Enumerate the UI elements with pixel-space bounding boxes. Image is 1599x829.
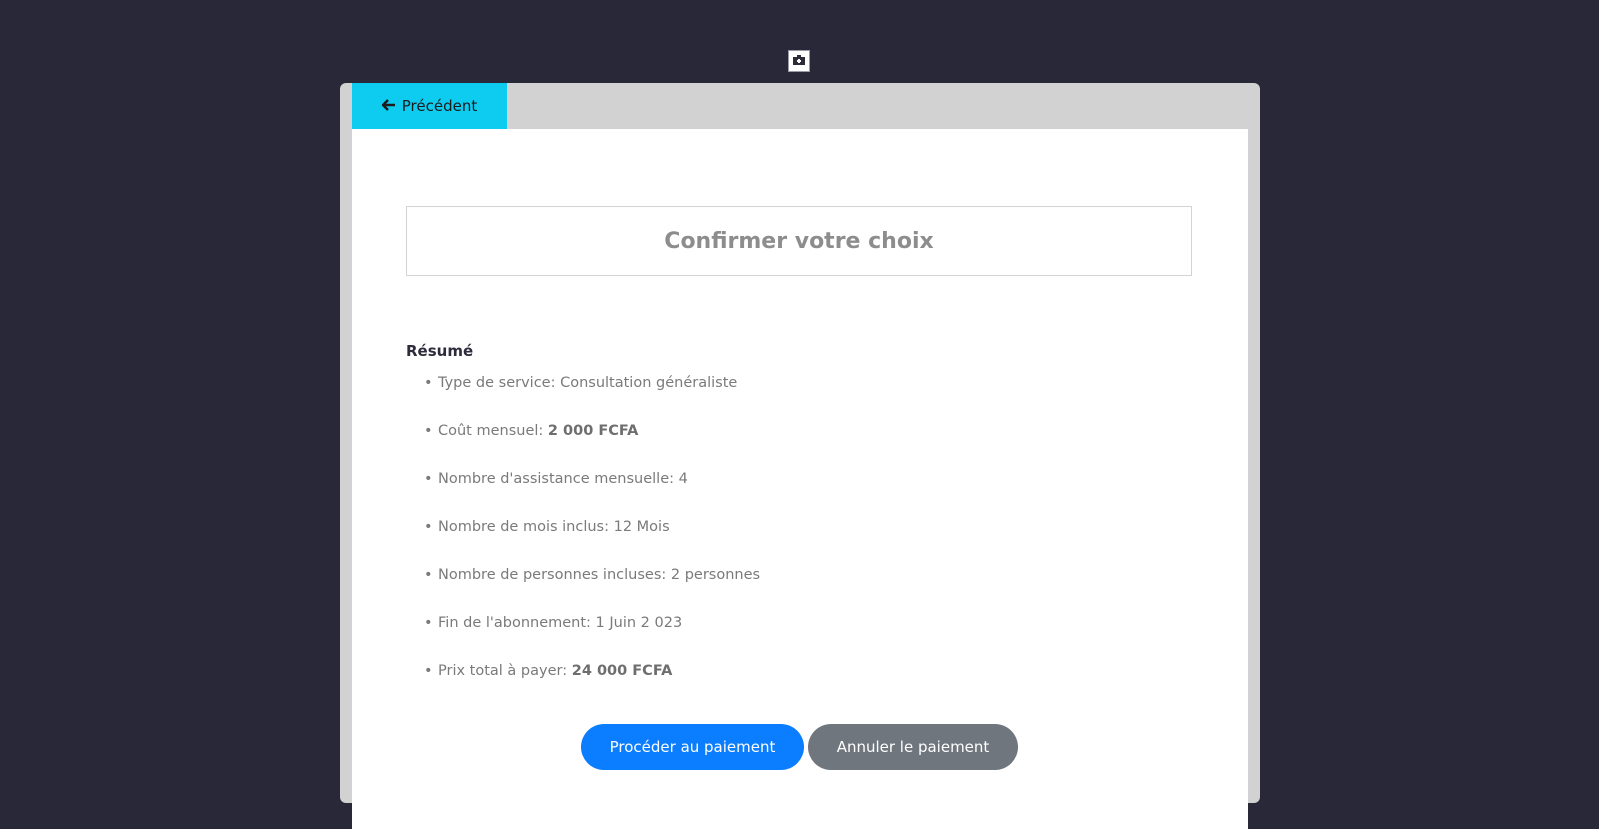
clinic-logo-icon xyxy=(788,50,810,72)
list-item: • Prix total à payer: 24 000 FCFA xyxy=(406,661,760,709)
item-value: 2 personnes xyxy=(670,567,761,583)
list-item: • Nombre de personnes incluses: 2 personn… xyxy=(406,565,760,613)
item-label: Type de service: xyxy=(438,375,561,391)
item-value: 1 Juin 2 023 xyxy=(595,615,683,631)
back-button-label: Précédent xyxy=(401,97,478,115)
proceed-payment-button[interactable]: Procéder au paiement xyxy=(581,724,804,770)
bullet-icon: • xyxy=(424,423,433,439)
summary-heading: Résumé xyxy=(406,342,474,360)
bullet-icon: • xyxy=(424,471,433,487)
item-value: 12 Mois xyxy=(613,519,670,535)
cancel-payment-button[interactable]: Annuler le paiement xyxy=(808,724,1018,770)
item-value: 4 xyxy=(678,471,688,487)
item-label: Fin de l'abonnement: xyxy=(438,615,596,631)
bullet-icon: • xyxy=(424,519,433,535)
summary-list: • Type de service: Consultation généralis… xyxy=(406,373,760,709)
item-label: Nombre de personnes incluses: xyxy=(438,567,671,583)
item-label: Nombre de mois inclus: xyxy=(438,519,614,535)
item-value: Consultation généraliste xyxy=(560,375,738,391)
item-value: 24 000 FCFA xyxy=(571,663,673,679)
item-label: Nombre d'assistance mensuelle: xyxy=(438,471,679,487)
bullet-icon: • xyxy=(424,375,433,391)
action-buttons: Procéder au paiement Annuler le paiement xyxy=(581,724,1018,770)
list-item: • Nombre d'assistance mensuelle: 4 xyxy=(406,469,760,517)
page-title: Confirmer votre choix xyxy=(664,228,934,254)
list-item: • Type de service: Consultation généralis… xyxy=(406,373,760,421)
subscription-card: Précédent Confirmer votre choix Résumé •… xyxy=(340,83,1260,829)
arrow-left-icon xyxy=(381,97,396,115)
bullet-icon: • xyxy=(424,615,433,631)
confirmation-panel: Confirmer votre choix Résumé • Type de se… xyxy=(352,129,1248,829)
title-box: Confirmer votre choix xyxy=(406,206,1192,276)
list-item: • Fin de l'abonnement: 1 Juin 2 023 xyxy=(406,613,760,661)
bullet-icon: • xyxy=(424,567,433,583)
item-label: Prix total à payer: xyxy=(438,663,572,679)
list-item: • Nombre de mois inclus: 12 Mois xyxy=(406,517,760,565)
bullet-icon: • xyxy=(424,663,433,679)
list-item: • Coût mensuel: 2 000 FCFA xyxy=(406,421,760,469)
back-button[interactable]: Précédent xyxy=(352,83,507,129)
item-label: Coût mensuel: xyxy=(438,423,548,439)
item-value: 2 000 FCFA xyxy=(547,423,639,439)
